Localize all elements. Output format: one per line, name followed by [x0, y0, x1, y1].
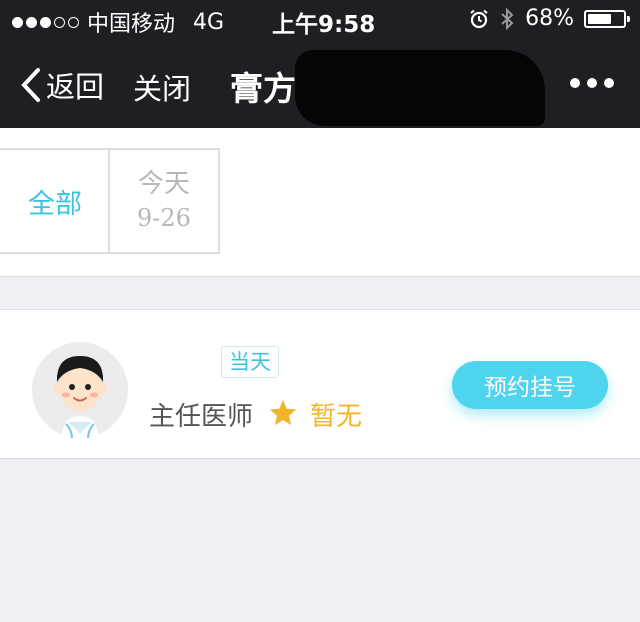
- availability-badge: 当天: [221, 346, 279, 378]
- signal-strength-icon: [12, 16, 79, 28]
- doctor-title: 主任医师: [149, 402, 254, 432]
- book-appointment-button[interactable]: 预约挂号: [452, 361, 608, 409]
- close-button[interactable]: 关闭: [133, 66, 191, 108]
- chevron-left-icon: [21, 68, 40, 102]
- page-title: 膏方: [230, 69, 296, 108]
- tab-today-date: 9-26: [137, 204, 191, 232]
- more-options-icon[interactable]: [570, 78, 614, 88]
- star-icon: [269, 399, 297, 426]
- battery-icon: [584, 9, 630, 28]
- alarm-icon: [470, 9, 488, 28]
- battery-percent: 68%: [525, 6, 574, 31]
- carrier-name: 中国移动: [87, 12, 176, 37]
- rating-text: 暂无: [310, 402, 363, 432]
- network-type: 4G: [193, 9, 225, 35]
- tab-today[interactable]: 今天 9-26: [108, 148, 220, 254]
- back-button[interactable]: 返回: [20, 64, 104, 106]
- bluetooth-icon: [501, 7, 514, 30]
- status-bar: 中国移动 4G 上午9:58 68%: [0, 0, 640, 42]
- back-label: 返回: [46, 70, 105, 104]
- doctor-card[interactable]: 当天 主任医师 暂无 预约挂号: [0, 309, 640, 459]
- status-right: 68%: [469, 6, 630, 31]
- tab-all[interactable]: 全部: [0, 148, 110, 254]
- date-filter-strip: 全部 今天 9-26: [0, 128, 640, 277]
- nav-bar: 返回 关闭 膏方: [0, 42, 640, 128]
- status-left: 中国移动 4G: [12, 6, 224, 38]
- tab-today-label: 今天: [137, 169, 190, 199]
- status-time: 上午9:58: [272, 12, 376, 38]
- redacted-title-area: [295, 50, 545, 126]
- doctor-avatar: [32, 342, 128, 438]
